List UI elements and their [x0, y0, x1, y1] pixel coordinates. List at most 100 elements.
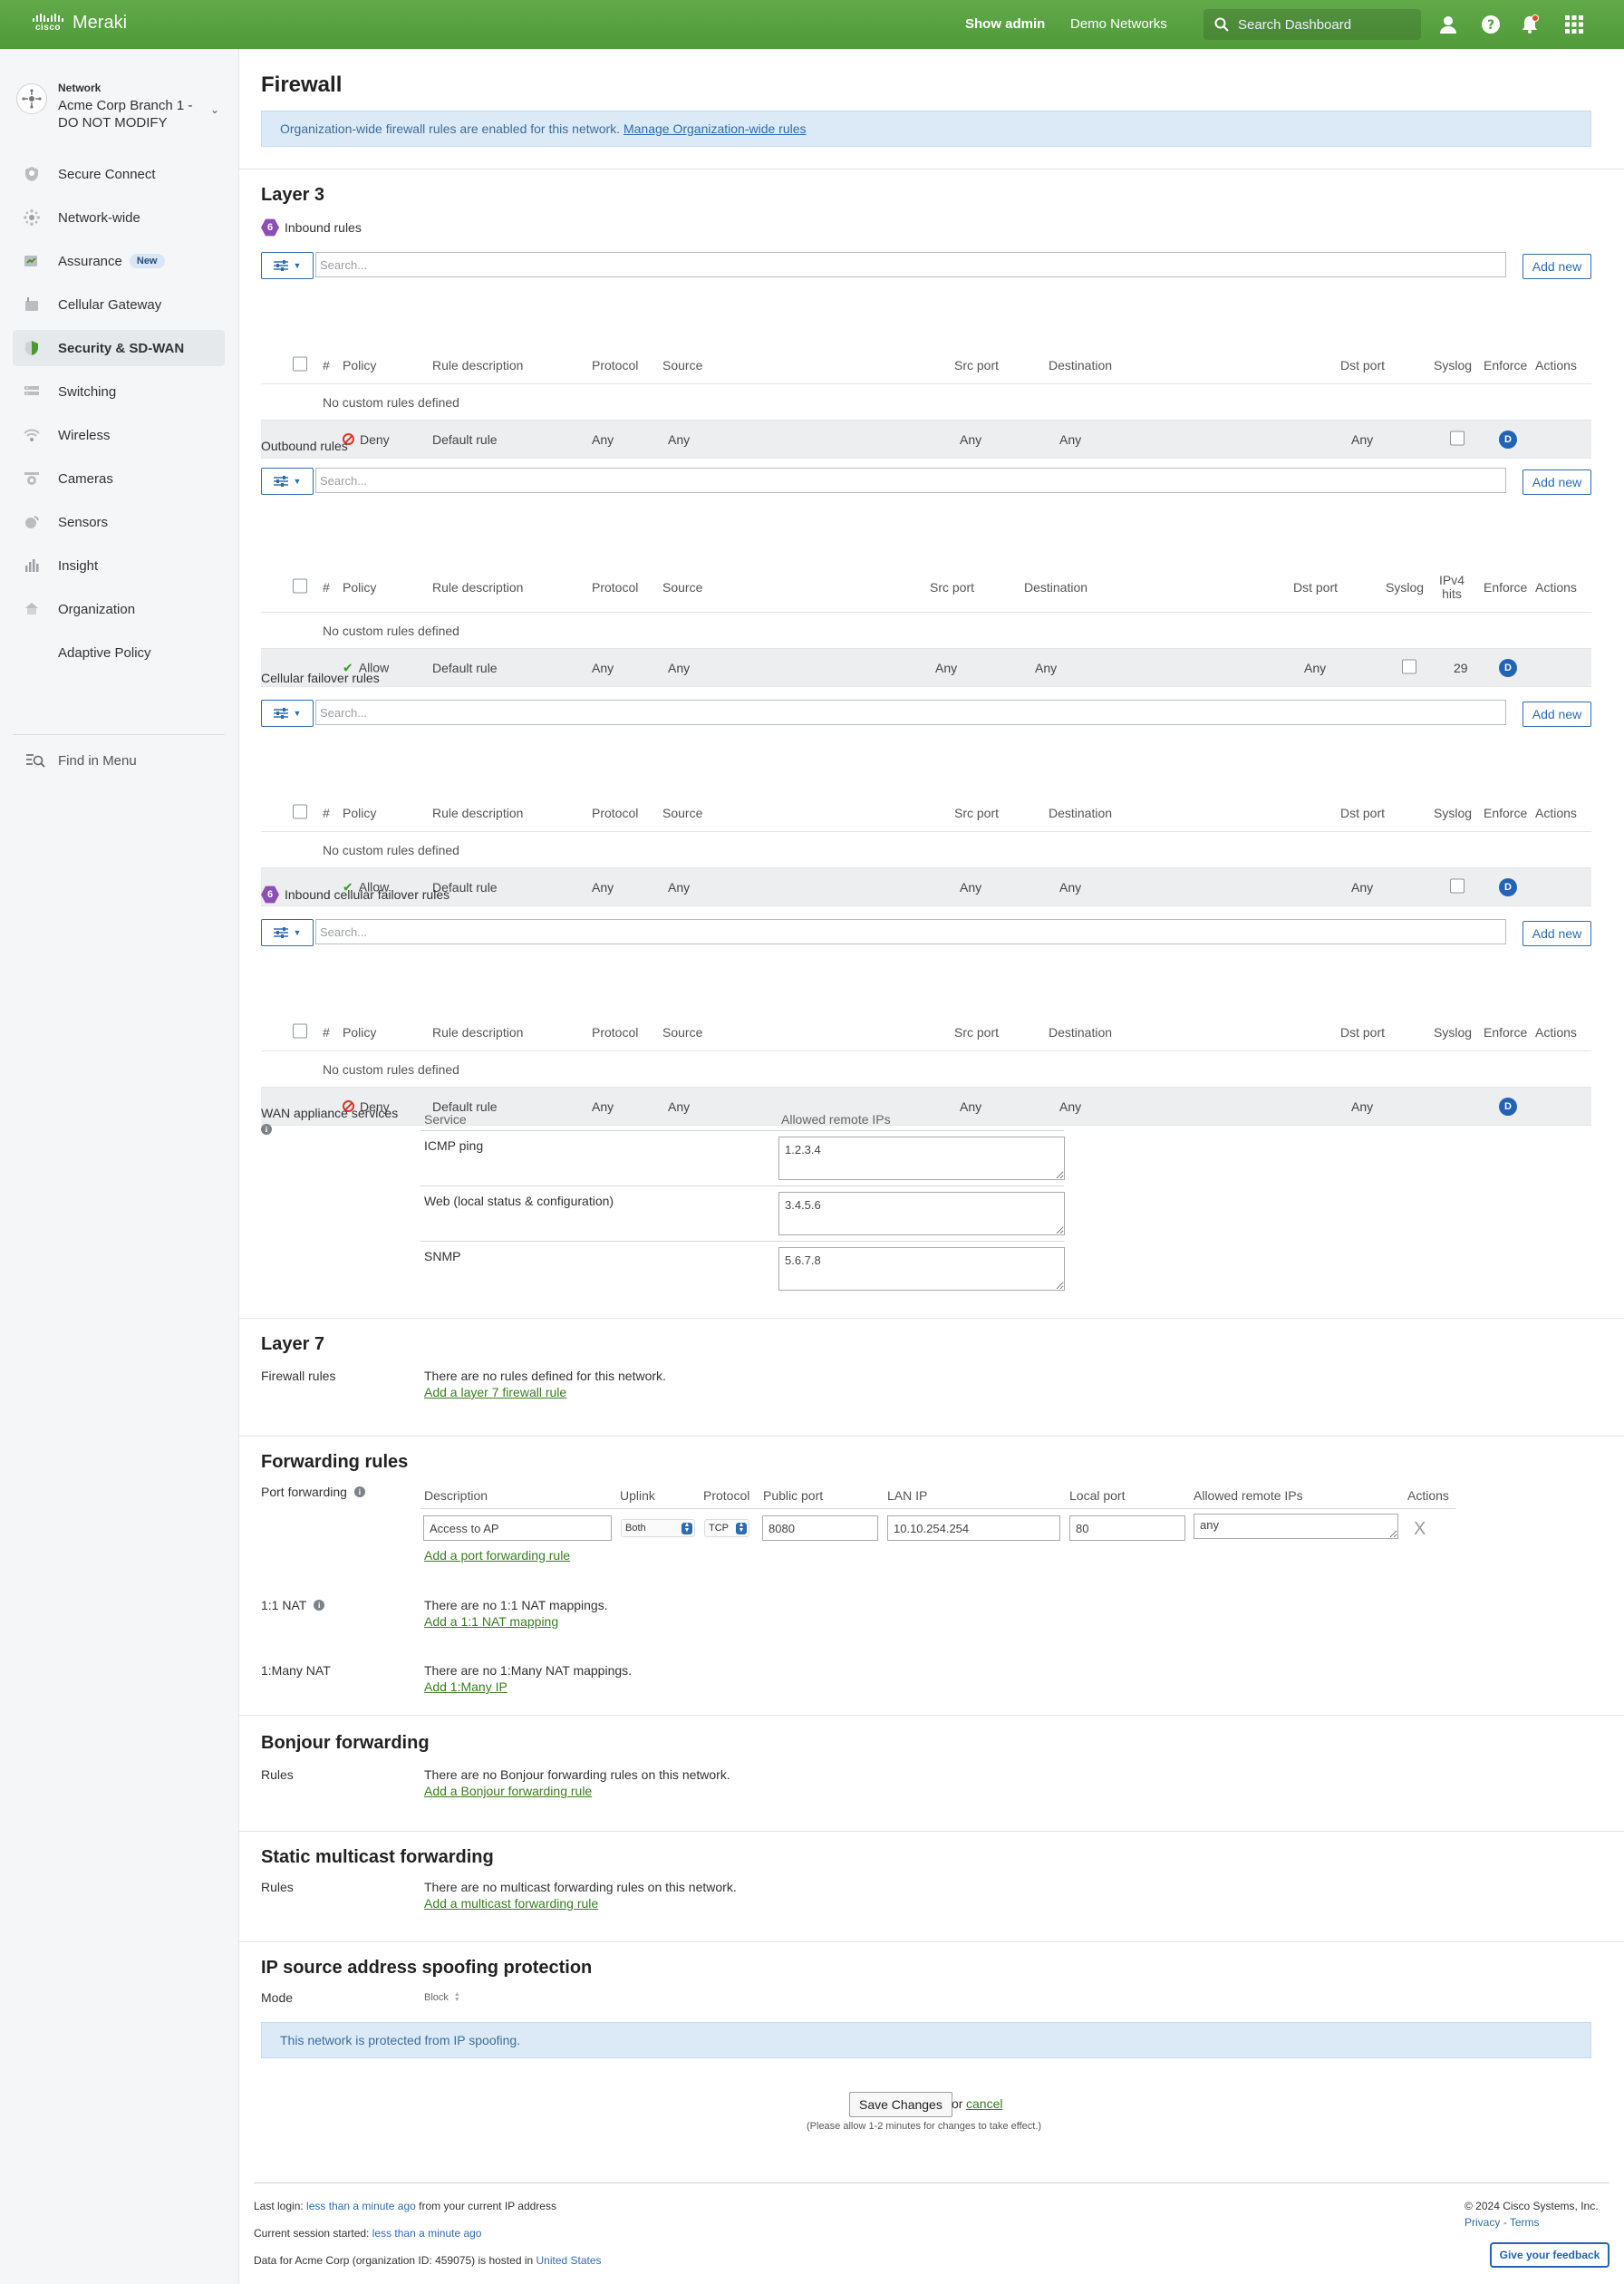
privacy-link[interactable]: Privacy	[1464, 2216, 1500, 2229]
hosted-region-link[interactable]: United States	[536, 2254, 602, 2267]
outbound-search-input[interactable]	[315, 468, 1506, 493]
syslog-checkbox[interactable]	[1402, 659, 1416, 673]
sidebar-item-label: Insight	[58, 557, 99, 574]
spoofing-title: IP source address spoofing protection	[261, 1958, 593, 1978]
inbound-search-input[interactable]	[315, 252, 1506, 277]
last-login-link[interactable]: less than a minute ago	[306, 2200, 416, 2212]
select-all-checkbox[interactable]	[293, 1023, 307, 1038]
or-text: or	[952, 2096, 963, 2111]
inbound-rules-label: Inbound rules	[285, 220, 362, 235]
pf-local-port-input[interactable]	[1069, 1515, 1185, 1541]
cellular-search-input[interactable]	[315, 700, 1506, 725]
web-allowed-ips-field[interactable]: 3.4.5.6	[778, 1192, 1065, 1235]
save-changes-button[interactable]: Save Changes	[849, 2092, 952, 2117]
info-icon[interactable]: i	[261, 1124, 272, 1135]
sidebar-item-adaptive-policy[interactable]: Adaptive Policy	[13, 634, 225, 671]
remove-x-icon[interactable]: X	[1414, 1519, 1426, 1540]
sidebar-item-label: Wireless	[58, 427, 111, 443]
inbound-cellular-add-new-button[interactable]: Add new	[1522, 921, 1591, 946]
info-icon[interactable]: i	[314, 1600, 325, 1611]
dst-port-cell: Any	[1351, 1098, 1374, 1114]
pf-allowed-ips-field[interactable]: any	[1194, 1514, 1398, 1539]
inbound-cellular-search-input[interactable]	[315, 919, 1506, 944]
pf-uplink-select[interactable]: Both ▲ ▼	[621, 1519, 695, 1537]
demo-networks-link[interactable]: Demo Networks	[1070, 16, 1167, 32]
notifications-bell-icon[interactable]	[1520, 15, 1540, 34]
show-admin-link[interactable]: Show admin	[965, 16, 1045, 32]
col-actions: Actions	[1535, 805, 1577, 820]
pf-lan-ip-input[interactable]	[887, 1515, 1060, 1541]
chevron-down-icon[interactable]: ⌄	[210, 103, 219, 116]
nat-1tomany-empty-text: There are no 1:Many NAT mappings.	[424, 1663, 633, 1678]
col-enforce: Enforce	[1484, 1024, 1528, 1040]
terms-link[interactable]: Terms	[1510, 2216, 1540, 2229]
cisco-wordmark: cisco	[34, 23, 62, 33]
session-started-link[interactable]: less than a minute ago	[372, 2227, 482, 2240]
sidebar-item-secure-connect[interactable]: Secure Connect	[13, 156, 225, 192]
sidebar-item-sensors[interactable]: Sensors	[13, 504, 225, 540]
col-src-port: Src port	[954, 1024, 1000, 1040]
add-1to1-nat-link[interactable]: Add a 1:1 NAT mapping	[424, 1614, 558, 1629]
wireless-icon	[24, 429, 40, 441]
sidebar-item-assurance[interactable]: Assurance New	[13, 243, 225, 279]
cellular-add-new-button[interactable]: Add new	[1522, 702, 1591, 727]
snmp-allowed-ips-field[interactable]: 5.6.7.8	[778, 1247, 1065, 1291]
cellular-gateway-icon	[25, 297, 38, 311]
manage-org-rules-link[interactable]: Manage Organization-wide rules	[624, 121, 807, 136]
col-destination: Destination	[1049, 805, 1113, 820]
pf-protocol-select[interactable]: TCP ▲ ▼	[704, 1519, 749, 1537]
select-all-checkbox[interactable]	[293, 356, 307, 371]
syslog-checkbox[interactable]	[1450, 878, 1464, 893]
new-badge: New	[129, 254, 165, 268]
spoofing-mode-select[interactable]: Block ▲ ▼	[424, 1991, 460, 2003]
outbound-add-new-button[interactable]: Add new	[1522, 469, 1591, 495]
inbound-filter-button[interactable]: ▼	[261, 252, 314, 279]
cellular-filter-button[interactable]: ▼	[261, 700, 314, 727]
outbound-filter-button[interactable]: ▼	[261, 468, 314, 495]
sidebar-item-network-wide[interactable]: Network-wide	[13, 199, 225, 236]
sidebar-item-organization[interactable]: Organization	[13, 591, 225, 627]
col-actions: Actions	[1535, 1024, 1577, 1040]
col-description: Rule description	[432, 805, 524, 820]
caret-down-icon: ▼	[293, 477, 302, 486]
help-icon[interactable]: ?	[1481, 15, 1501, 34]
col-num: #	[323, 357, 330, 373]
icmp-allowed-ips-field[interactable]: 1.2.3.4	[778, 1137, 1065, 1180]
pf-description-input[interactable]	[423, 1515, 612, 1541]
meraki-logo[interactable]: cisco Meraki	[33, 13, 127, 34]
inbound-add-new-button[interactable]: Add new	[1522, 254, 1591, 279]
src-port-cell: Any	[960, 431, 982, 447]
sidebar-item-switching[interactable]: Switching	[13, 373, 225, 410]
filter-sliders-icon	[273, 260, 288, 271]
caret-down-icon: ▼	[293, 928, 302, 937]
apps-grid-icon[interactable]	[1564, 15, 1584, 34]
info-icon[interactable]: i	[353, 1486, 365, 1497]
select-all-checkbox[interactable]	[293, 804, 307, 818]
dashboard-search-input[interactable]	[1238, 16, 1410, 33]
find-in-menu[interactable]: Find in Menu	[25, 752, 137, 769]
user-icon[interactable]	[1438, 15, 1458, 34]
sidebar-item-insight[interactable]: Insight	[13, 547, 225, 584]
select-all-checkbox[interactable]	[293, 578, 307, 593]
add-1tomany-ip-link[interactable]: Add 1:Many IP	[424, 1679, 508, 1694]
give-feedback-button[interactable]: Give your feedback	[1490, 2242, 1610, 2268]
add-layer7-rule-link[interactable]: Add a layer 7 firewall rule	[424, 1385, 566, 1399]
sidebar-item-cameras[interactable]: Cameras	[13, 460, 225, 497]
add-multicast-rule-link[interactable]: Add a multicast forwarding rule	[424, 1896, 598, 1911]
syslog-checkbox[interactable]	[1450, 431, 1464, 445]
col-enforce: Enforce	[1484, 357, 1528, 373]
sidebar-item-cellular-gateway[interactable]: Cellular Gateway	[13, 286, 225, 323]
sidebar-item-wireless[interactable]: Wireless	[13, 417, 225, 453]
add-bonjour-rule-link[interactable]: Add a Bonjour forwarding rule	[424, 1784, 592, 1798]
changes-note: (Please allow 1-2 minutes for changes to…	[807, 2121, 1042, 2132]
dashboard-search[interactable]	[1204, 9, 1421, 40]
pf-public-port-input[interactable]	[762, 1515, 878, 1541]
no-rules-text: No custom rules defined	[323, 842, 459, 857]
inbound-cellular-filter-button[interactable]: ▼	[261, 919, 314, 946]
cancel-link[interactable]: cancel	[966, 2096, 1002, 2111]
add-port-forwarding-link[interactable]: Add a port forwarding rule	[424, 1548, 570, 1563]
sidebar-item-security-sd-wan[interactable]: Security & SD-WAN	[13, 330, 225, 366]
mode-label: Mode	[261, 1990, 294, 2005]
inbound-cellular-label: Inbound cellular failover rules	[285, 887, 450, 902]
section-divider	[239, 1941, 1624, 1942]
